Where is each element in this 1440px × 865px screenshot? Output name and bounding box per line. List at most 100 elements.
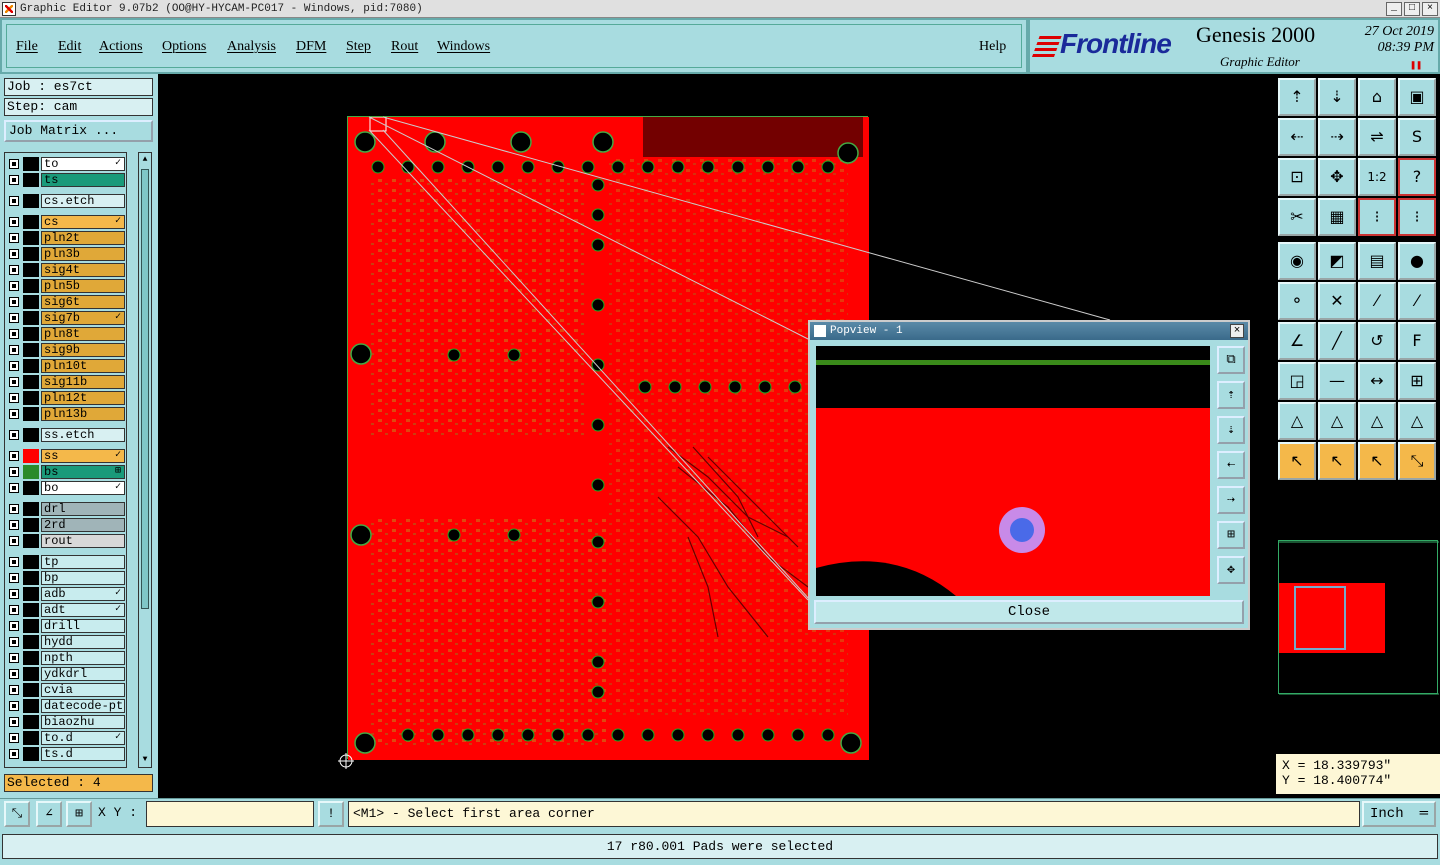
pointer-icon[interactable]: ↖ [1278,442,1316,480]
layer-row[interactable]: to ✓ [7,157,125,171]
layer-swatch[interactable] [23,247,39,261]
units-select[interactable]: Inch ═ [1362,801,1436,827]
zoom-box-icon[interactable]: ⤡ [4,801,30,827]
layer-swatch[interactable] [23,683,39,697]
layer-name[interactable]: ts.d [41,747,125,761]
pan-right-icon[interactable]: ⇢ [1318,118,1356,156]
layer-name[interactable]: datecode-pt [41,699,125,713]
alert-icon[interactable]: ! [318,801,344,827]
layer-checkbox[interactable] [9,637,19,647]
layer-swatch[interactable] [23,231,39,245]
layer-name[interactable]: pln2t [41,231,125,245]
pointer3-icon[interactable]: ↖ [1358,442,1396,480]
grid-snap-icon[interactable]: ⊞ [66,801,92,827]
stretch-icon[interactable]: — [1318,362,1356,400]
layer-swatch[interactable] [23,587,39,601]
menu-rout[interactable]: Rout [391,39,418,55]
layer-row[interactable]: sig9b [7,343,125,357]
layer-swatch[interactable] [23,327,39,341]
layer-swatch[interactable] [23,518,39,532]
layer-row[interactable]: hydd [7,635,125,649]
layer-swatch[interactable] [23,359,39,373]
layer-checkbox[interactable] [9,377,19,387]
layer-name[interactable]: sig6t [41,295,125,309]
layer-swatch[interactable] [23,731,39,745]
help-icon[interactable]: ? [1398,158,1436,196]
layer-checkbox[interactable] [9,504,19,514]
menu-actions[interactable]: Actions [99,39,143,55]
layer-checkbox[interactable] [9,653,19,663]
pcb-board[interactable] [347,116,869,760]
scroll-down-icon[interactable]: ▼ [140,755,150,765]
layer-checkbox[interactable] [9,265,19,275]
layer-name[interactable]: cs [41,215,125,229]
layer-name[interactable]: ss [41,449,125,463]
measure-icon[interactable]: ✂ [1278,198,1316,236]
zoom-down-icon[interactable]: ⇣ [1318,78,1356,116]
layer-swatch[interactable] [23,715,39,729]
layer-swatch[interactable] [23,343,39,357]
layer-name[interactable]: hydd [41,635,125,649]
layer-swatch[interactable] [23,157,39,171]
layer-row[interactable]: pln10t [7,359,125,373]
layer-name[interactable]: bp [41,571,125,585]
layer-name[interactable]: 2rd [41,518,125,532]
layer-name[interactable]: sig11b [41,375,125,389]
layer-swatch[interactable] [23,311,39,325]
menu-options[interactable]: Options [162,39,206,55]
layer-row[interactable]: to.d ✓ [7,731,125,745]
layer-swatch[interactable] [23,619,39,633]
layer-swatch[interactable] [23,215,39,229]
layer-checkbox[interactable] [9,297,19,307]
layer-row[interactable]: rout [7,534,125,548]
tri2-icon[interactable]: △ [1318,402,1356,440]
layer-swatch[interactable] [23,747,39,761]
menu-edit[interactable]: Edit [58,39,81,55]
layer-checkbox[interactable] [9,621,19,631]
layer-swatch[interactable] [23,699,39,713]
layer-checkbox[interactable] [9,701,19,711]
home-icon[interactable]: ⌂ [1358,78,1396,116]
layer-row[interactable]: bo ✓ [7,481,125,495]
layer-name[interactable]: bo [41,481,125,495]
pan-left-icon[interactable]: ⇠ [1217,451,1245,479]
layer-checkbox[interactable] [9,733,19,743]
layer-checkbox[interactable] [9,467,19,477]
layer-swatch[interactable] [23,194,39,208]
layer-swatch[interactable] [23,651,39,665]
layer-row[interactable]: bs ⊞ [7,465,125,479]
layer-swatch[interactable] [23,279,39,293]
scroll-thumb[interactable] [141,169,149,609]
layer-name[interactable]: drill [41,619,125,633]
snap-angle-icon[interactable]: ∠ [36,801,62,827]
arc-icon[interactable]: ↺ [1358,322,1396,360]
layer-name[interactable]: to [41,157,125,171]
scroll-up-icon[interactable]: ▲ [140,155,150,165]
layer-row[interactable]: sig11b [7,375,125,389]
tri-icon[interactable]: △ [1278,402,1316,440]
layer-row[interactable]: cvia [7,683,125,697]
pan-left-icon[interactable]: ⇠ [1278,118,1316,156]
select-icon[interactable]: ⤡ [1398,442,1436,480]
layer-checkbox[interactable] [9,233,19,243]
layer-swatch[interactable] [23,428,39,442]
layer-row[interactable]: bp [7,571,125,585]
layer-row[interactable]: pln3b [7,247,125,261]
group-icon[interactable]: ⊞ [1398,362,1436,400]
layer-swatch[interactable] [23,263,39,277]
layer-row[interactable]: adt ✓ [7,603,125,617]
ratio-icon[interactable]: ⇌ [1358,118,1396,156]
angle-icon[interactable]: ∠ [1278,322,1316,360]
snap-icon[interactable]: ◉ [1278,242,1316,280]
layer-checkbox[interactable] [9,196,19,206]
move-icon[interactable]: ◲ [1278,362,1316,400]
layer-swatch[interactable] [23,173,39,187]
layer-swatch[interactable] [23,295,39,309]
layer-checkbox[interactable] [9,281,19,291]
layer-row[interactable]: pln12t [7,391,125,405]
maximize-button[interactable]: □ [1404,2,1420,16]
menu-windows[interactable]: Windows [437,39,490,55]
layer-name[interactable]: sig9b [41,343,125,357]
layer-name[interactable]: pln3b [41,247,125,261]
layer-checkbox[interactable] [9,249,19,259]
